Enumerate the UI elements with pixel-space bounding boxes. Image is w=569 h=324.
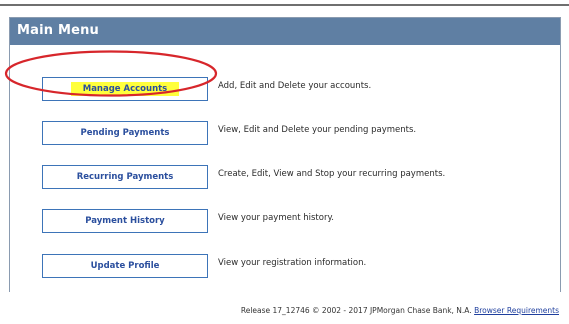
menu-row-recurring-payments: Recurring Payments Create, Edit, View an… <box>10 165 560 193</box>
pending-payments-description: View, Edit and Delete your pending payme… <box>218 125 417 135</box>
payment-history-button[interactable]: Payment History <box>42 209 208 233</box>
pending-payments-button-label: Pending Payments <box>80 128 170 138</box>
update-profile-button[interactable]: Update Profile <box>42 254 208 278</box>
menu-row-update-profile: Update Profile View your registration in… <box>10 254 560 282</box>
recurring-payments-description: Create, Edit, View and Stop your recurri… <box>218 169 446 179</box>
panel-header: Main Menu <box>10 18 560 45</box>
update-profile-button-label: Update Profile <box>90 261 160 271</box>
payment-history-description: View your payment history. <box>218 213 334 223</box>
manage-accounts-button[interactable]: Manage Accounts <box>42 77 208 101</box>
footer: Release 17_12746 © 2002 - 2017 JPMorgan … <box>241 306 559 315</box>
menu-row-payment-history: Payment History View your payment histor… <box>10 209 560 237</box>
menu-row-pending-payments: Pending Payments View, Edit and Delete y… <box>10 121 560 149</box>
update-profile-description: View your registration information. <box>218 258 367 268</box>
top-divider <box>0 4 569 6</box>
release-text: Release 17_12746 © 2002 - 2017 JPMorgan … <box>240 306 472 315</box>
recurring-payments-button[interactable]: Recurring Payments <box>42 165 208 189</box>
browser-requirements-link[interactable]: Browser Requirements <box>474 306 559 315</box>
payment-history-button-label: Payment History <box>85 216 165 226</box>
recurring-payments-button-label: Recurring Payments <box>76 172 174 182</box>
panel-title: Main Menu <box>17 23 100 38</box>
manage-accounts-description: Add, Edit and Delete your accounts. <box>218 81 372 91</box>
menu-row-manage-accounts: Manage Accounts Add, Edit and Delete you… <box>10 77 560 105</box>
manage-accounts-button-label: Manage Accounts <box>70 82 180 96</box>
main-menu-panel: Main Menu Manage Accounts Add, Edit and … <box>9 17 561 292</box>
pending-payments-button[interactable]: Pending Payments <box>42 121 208 145</box>
